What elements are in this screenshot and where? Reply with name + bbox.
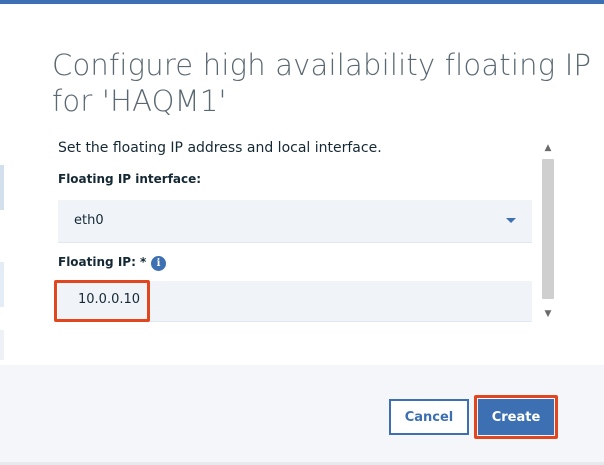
top-accent-bar (0, 0, 604, 4)
dialog-title: Configure high availability floating IP … (52, 48, 592, 118)
highlight-box (474, 395, 558, 439)
cancel-button[interactable]: Cancel (389, 399, 469, 435)
scroll-thumb[interactable] (542, 159, 554, 299)
info-icon[interactable]: i (151, 256, 166, 271)
floating-ip-interface-label: Floating IP interface: (58, 172, 202, 186)
floating-ip-interface-select[interactable]: eth0 (58, 200, 532, 243)
scroll-down-icon[interactable]: ▼ (540, 307, 556, 321)
floating-ip-label: Floating IP: * (58, 255, 147, 269)
background-edge (0, 262, 4, 307)
dialog-description: Set the floating IP address and local in… (58, 140, 382, 156)
scrollbar[interactable]: ▲ ▼ (540, 141, 556, 321)
highlight-box (54, 280, 150, 322)
chevron-down-icon[interactable] (506, 218, 516, 223)
background-edge (0, 330, 4, 360)
background-edge (0, 165, 4, 210)
scroll-up-icon[interactable]: ▲ (540, 141, 556, 155)
select-value: eth0 (74, 213, 104, 228)
